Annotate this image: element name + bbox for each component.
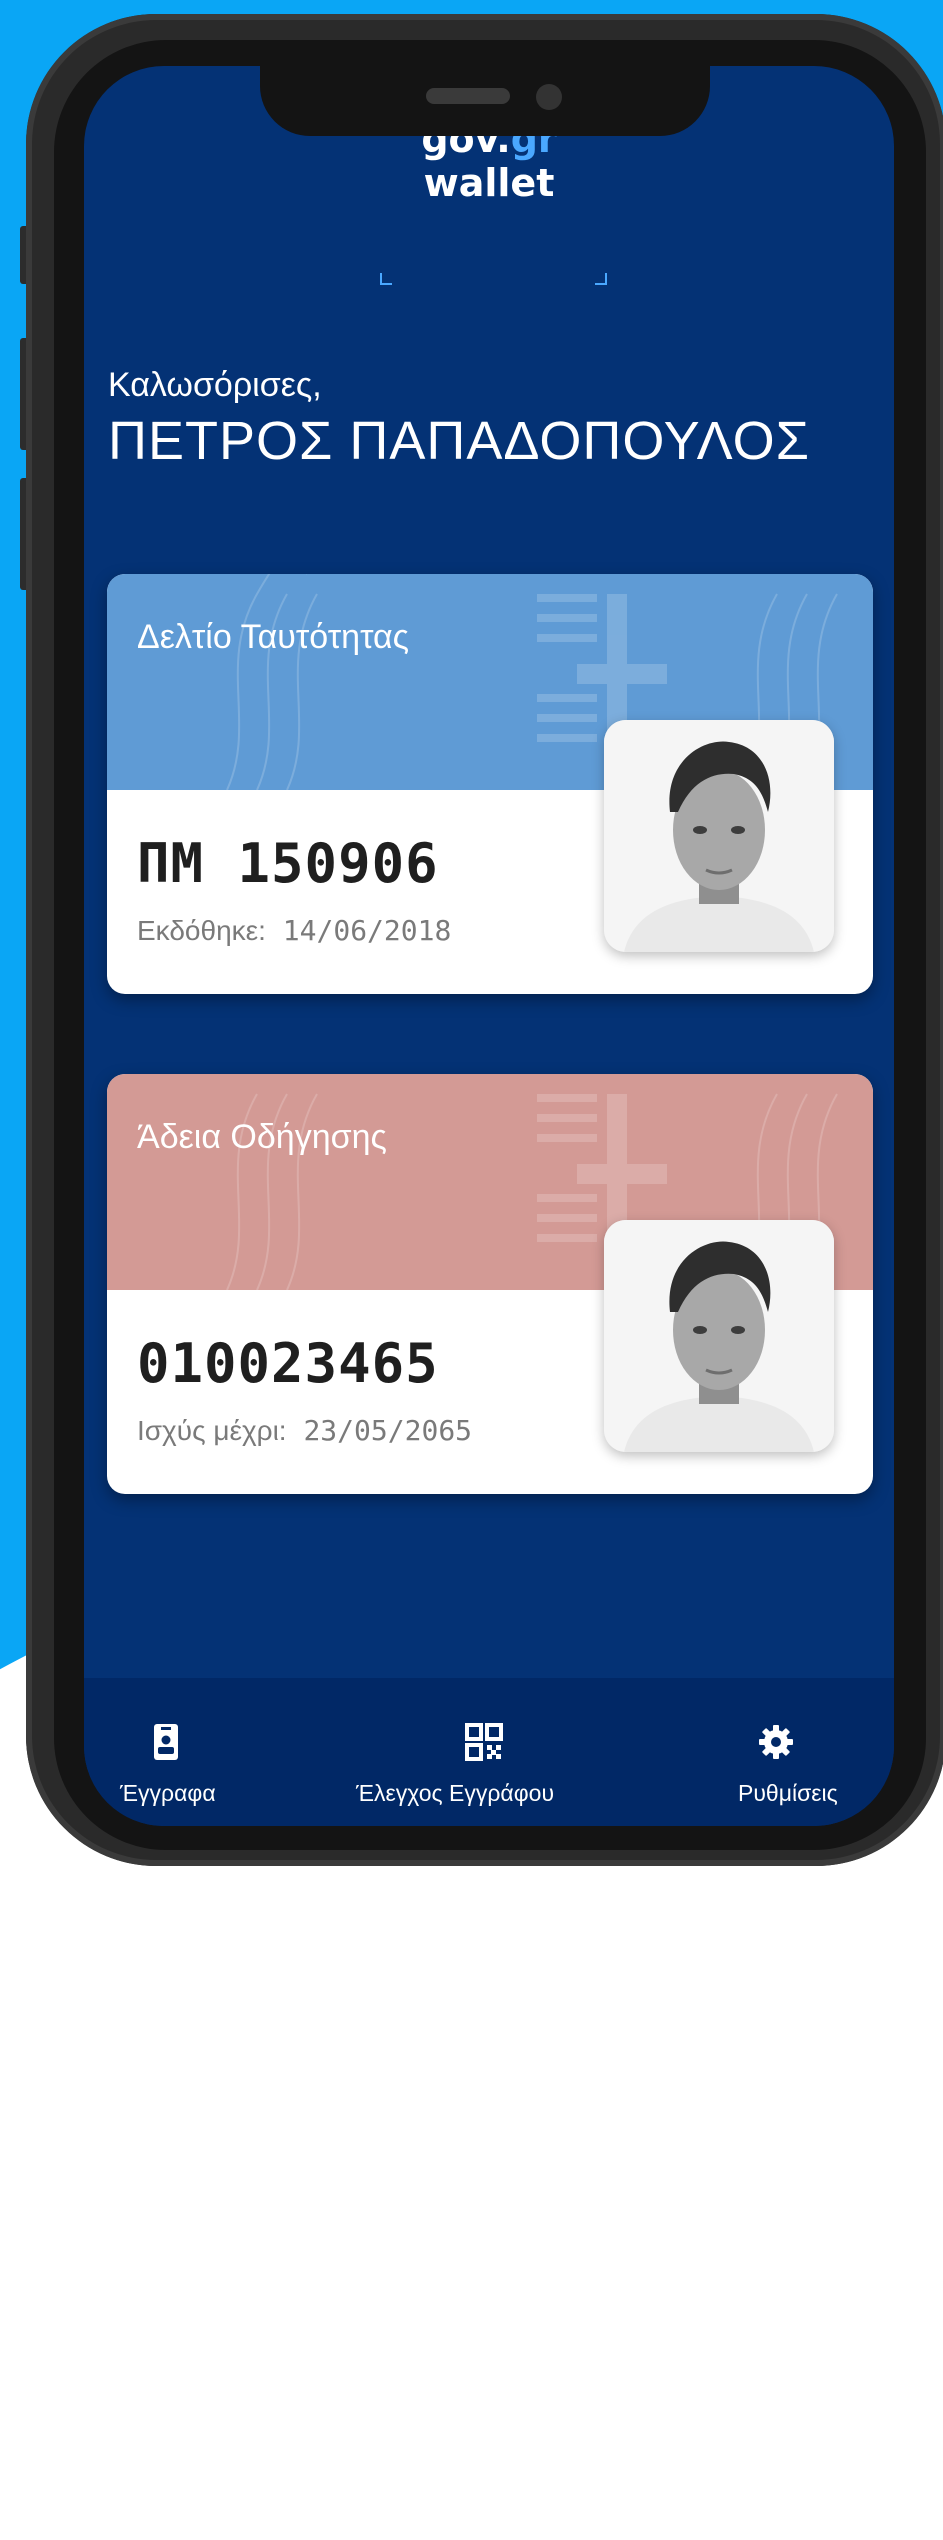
logo-wallet: wallet <box>423 161 555 205</box>
id-card-icon <box>154 1724 178 1760</box>
card-number: ΠΜ 150906 <box>137 832 439 895</box>
expiry-date-value: 23/05/2065 <box>303 1414 473 1447</box>
front-camera <box>536 84 562 110</box>
card-title: Δελτίο Ταυτότητας <box>137 618 410 656</box>
greeting-text: Καλωσόρισες, <box>108 366 322 404</box>
nav-label-settings: Ρυθμίσεις <box>738 1780 838 1806</box>
app-screen: gov.gr wallet Καλωσόρισες, ΠΕΤΡΟΣ ΠΑΠΑΔΟ… <box>84 66 894 1826</box>
nav-tab-documents[interactable]: Έγγραφα <box>84 1678 284 1826</box>
expiry-date-label: Ισχύς μέχρι: <box>137 1415 287 1446</box>
issue-date-label: Εκδόθηκε: <box>137 915 266 946</box>
logo-corner-left <box>380 273 392 285</box>
nav-label-documents: Έγγραφα <box>120 1780 216 1806</box>
card-issue-date: Εκδόθηκε: 14/06/2018 <box>137 914 451 947</box>
issue-date-value: 14/06/2018 <box>282 914 452 947</box>
speaker-grille <box>426 88 510 104</box>
card-expiry-date: Ισχύς μέχρι: 23/05/2065 <box>137 1414 472 1447</box>
nav-tab-document-check[interactable]: Έλεγχος Εγγράφου <box>334 1678 634 1826</box>
id-card[interactable]: Δελτίο Ταυτότητας ΠΜ 150906 Εκδόθηκε: 14… <box>107 574 873 994</box>
holder-photo <box>604 720 834 952</box>
card-title: Άδεια Οδήγησης <box>137 1118 387 1156</box>
gear-icon <box>759 1725 793 1759</box>
phone-notch <box>260 66 710 136</box>
portrait-image <box>604 720 834 952</box>
bottom-navigation: Έγγραφα Έλεγχος Εγγράφου Ρυθμίσεις <box>84 1678 894 1826</box>
card-number: 010023465 <box>137 1332 439 1395</box>
portrait-image <box>604 1220 834 1452</box>
nav-tab-settings[interactable]: Ρυθμίσεις <box>704 1678 894 1826</box>
holder-photo <box>604 1220 834 1452</box>
qr-code-icon <box>465 1723 503 1761</box>
driving-license-card[interactable]: Άδεια Οδήγησης 010023465 Ισχύς μέχρι: 23… <box>107 1074 873 1494</box>
user-name: ΠΕΤΡΟΣ ΠΑΠΑΔΟΠΟΥΛΟΣ <box>108 411 810 471</box>
nav-label-document-check: Έλεγχος Εγγράφου <box>356 1780 555 1806</box>
logo-corner-right <box>595 273 607 285</box>
